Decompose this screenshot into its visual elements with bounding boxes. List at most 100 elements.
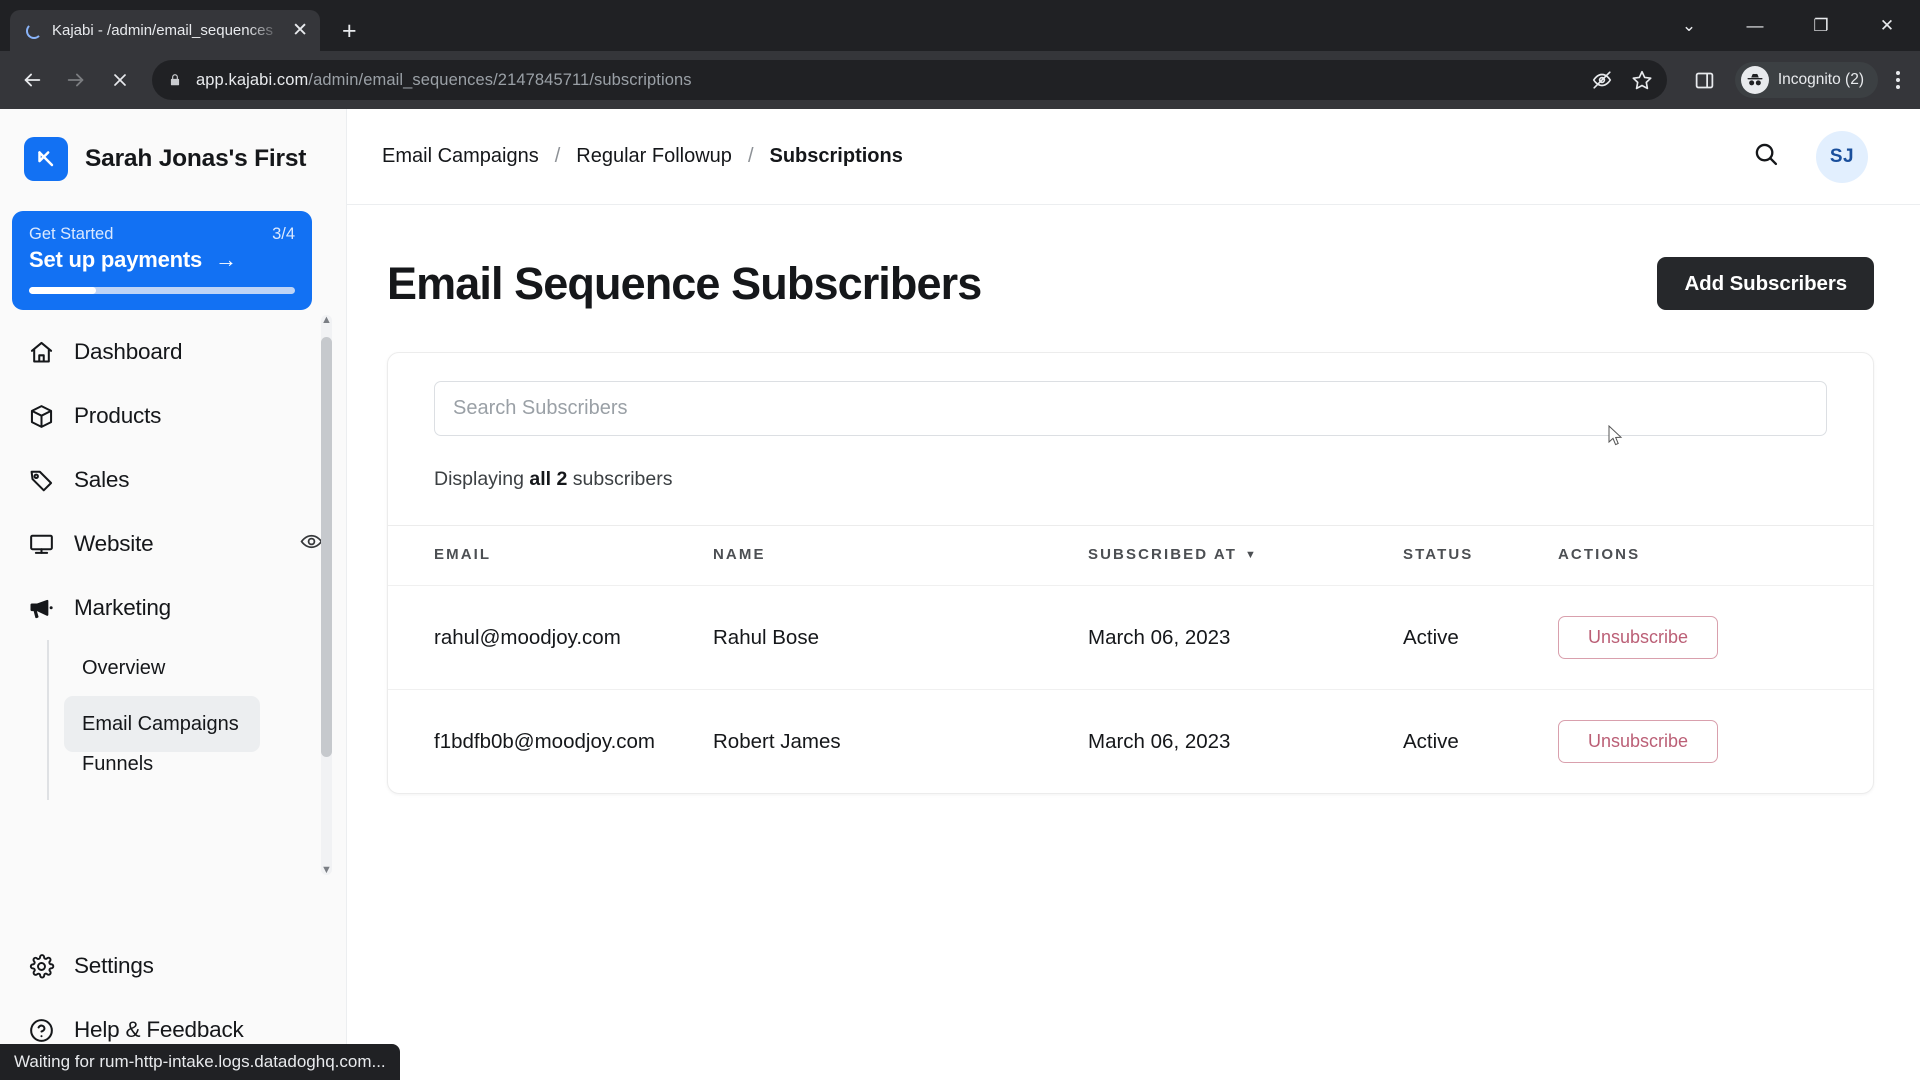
app-sidebar: Sarah Jonas's First Get Started 3/4 Set … [0, 109, 347, 1080]
displaying-emphasis: all 2 [529, 468, 568, 490]
get-started-cta: Set up payments [29, 247, 203, 272]
maximize-button[interactable]: ❐ [1788, 0, 1854, 51]
sidebar-item-label: Dashboard [74, 339, 183, 364]
sidebar-item-label: Sales [74, 467, 130, 492]
displaying-prefix: Displaying [434, 468, 530, 490]
cell-email: f1bdfb0b@moodjoy.com [388, 689, 713, 793]
page-header: Email Sequence Subscribers Add Subscribe… [387, 257, 1874, 310]
brand-name: Sarah Jonas's First [85, 145, 307, 172]
column-header-status[interactable]: STATUS [1403, 525, 1558, 586]
page-title: Email Sequence Subscribers [387, 257, 982, 309]
sidebar-subitem-overview[interactable]: Overview [64, 640, 260, 696]
back-icon[interactable] [12, 60, 52, 100]
column-header-subscribed-at-label: SUBSCRIBED AT [1088, 546, 1237, 563]
megaphone-icon [26, 593, 56, 623]
window-close-button[interactable]: ✕ [1854, 0, 1920, 51]
side-panel-icon[interactable] [1685, 60, 1725, 100]
browser-tabstrip: Kajabi - /admin/email_sequences ✕ + ⌄ — … [0, 0, 1920, 51]
cell-email: rahul@moodjoy.com [388, 585, 713, 690]
sidebar-item-marketing[interactable]: Marketing [0, 576, 346, 640]
table-row[interactable]: f1bdfb0b@moodjoy.com Robert James March … [388, 689, 1873, 793]
sidebar-item-settings[interactable]: Settings [0, 934, 346, 998]
new-tab-button[interactable]: + [342, 19, 357, 44]
breadcrumb-item-regular-followup[interactable]: Regular Followup [576, 145, 732, 168]
close-icon[interactable]: ✕ [292, 21, 308, 40]
minimize-button[interactable]: — [1722, 0, 1788, 51]
scrollbar-thumb[interactable] [321, 337, 332, 757]
forward-icon[interactable] [56, 60, 96, 100]
breadcrumb-separator: / [747, 145, 754, 167]
question-circle-icon [26, 1015, 56, 1045]
sidebar-scrollbar[interactable]: ▲ ▼ [321, 313, 332, 877]
cell-name: Rahul Bose [713, 585, 1088, 690]
subscribers-card: Displaying all 2 subscribers EMAIL NAME … [387, 352, 1874, 794]
home-icon [26, 337, 56, 367]
eye-slash-icon[interactable] [1591, 69, 1613, 91]
cell-status: Active [1403, 585, 1558, 690]
breadcrumb-item-email-campaigns[interactable]: Email Campaigns [382, 145, 539, 168]
sidebar-item-products[interactable]: Products [0, 384, 346, 448]
tab-title: Kajabi - /admin/email_sequences [52, 22, 273, 39]
sidebar-subitem-label: Funnels [82, 752, 154, 775]
sidebar-subitem-label: Email Campaigns [82, 712, 239, 735]
table-header-row: EMAIL NAME SUBSCRIBED AT ▼ STATUS ACTIONS [388, 525, 1873, 586]
card-top-section: Displaying all 2 subscribers [388, 353, 1873, 525]
url-text: app.kajabi.com/admin/email_sequences/214… [196, 71, 692, 90]
profile-label: Incognito (2) [1777, 71, 1864, 88]
sidebar-item-sales[interactable]: Sales [0, 448, 346, 512]
url-path: /admin/email_sequences/2147845711/subscr… [308, 70, 692, 89]
sidebar-item-dashboard[interactable]: Dashboard [0, 320, 346, 384]
unsubscribe-button[interactable]: Unsubscribe [1558, 616, 1718, 659]
search-icon[interactable] [1752, 140, 1780, 173]
scroll-down-arrow-icon[interactable]: ▼ [321, 863, 332, 877]
sidebar-item-label: Marketing [74, 595, 171, 620]
displaying-count: Displaying all 2 subscribers [434, 468, 1827, 491]
get-started-progress-text: 3/4 [272, 225, 295, 243]
sidebar-subitem-label: Overview [82, 656, 166, 679]
browser-tab[interactable]: Kajabi - /admin/email_sequences ✕ [10, 10, 320, 51]
browser-window: Kajabi - /admin/email_sequences ✕ + ⌄ — … [0, 0, 1920, 1080]
sidebar-subitem-funnels[interactable]: Funnels [64, 752, 260, 776]
table-head: EMAIL NAME SUBSCRIBED AT ▼ STATUS ACTIONS [388, 525, 1873, 586]
brand-header[interactable]: Sarah Jonas's First [0, 109, 346, 203]
column-header-name[interactable]: NAME [713, 525, 1088, 586]
breadcrumb-separator: / [554, 145, 561, 167]
table-row[interactable]: rahul@moodjoy.com Rahul Bose March 06, 2… [388, 585, 1873, 690]
avatar[interactable]: SJ [1816, 130, 1868, 183]
get-started-progress-fill [29, 287, 96, 294]
three-dot-menu-icon[interactable] [1888, 63, 1908, 97]
get-started-card[interactable]: Get Started 3/4 Set up payments → [12, 211, 312, 310]
scroll-up-arrow-icon[interactable]: ▲ [321, 313, 332, 327]
cell-status: Active [1403, 689, 1558, 793]
sidebar-item-website[interactable]: Website [0, 512, 346, 576]
column-header-actions: ACTIONS [1558, 525, 1873, 586]
monitor-icon [26, 529, 56, 559]
main-content: Email Campaigns / Regular Followup / Sub… [347, 109, 1920, 1080]
column-header-subscribed-at[interactable]: SUBSCRIBED AT ▼ [1088, 525, 1403, 586]
kajabi-logo-icon [24, 137, 68, 181]
sidebar-item-label: Help & Feedback [74, 1017, 244, 1042]
arrow-right-icon: → [215, 247, 237, 272]
unsubscribe-button[interactable]: Unsubscribe [1558, 720, 1718, 763]
incognito-hat-icon [1740, 66, 1769, 94]
address-bar[interactable]: app.kajabi.com/admin/email_sequences/214… [152, 60, 1667, 100]
url-domain: app.kajabi.com [196, 70, 309, 89]
column-header-email[interactable]: EMAIL [388, 525, 713, 586]
gear-icon [26, 951, 56, 981]
tab-search-caret-icon[interactable]: ⌄ [1656, 0, 1722, 51]
toolbar-right: Incognito (2) [1679, 60, 1908, 100]
marketing-subnav: Overview Email Campaigns Funnels [0, 640, 346, 800]
profile-incognito-chip[interactable]: Incognito (2) [1734, 62, 1878, 98]
star-icon[interactable] [1631, 69, 1653, 91]
sidebar-item-label: Website [74, 531, 154, 556]
cell-subscribed-at: March 06, 2023 [1088, 585, 1403, 690]
add-subscribers-button[interactable]: Add Subscribers [1657, 257, 1874, 310]
omnibox-icons [1591, 69, 1653, 91]
sidebar-scroll-area: Get Started 3/4 Set up payments → Dashbo… [0, 203, 346, 934]
search-subscribers-input[interactable] [434, 381, 1827, 436]
breadcrumb-item-subscriptions: Subscriptions [769, 145, 903, 167]
window-controls: ⌄ — ❐ ✕ [1656, 0, 1920, 51]
stop-loading-icon[interactable] [100, 60, 140, 100]
cell-actions: Unsubscribe [1558, 585, 1873, 690]
sidebar-subitem-email-campaigns[interactable]: Email Campaigns [64, 696, 260, 752]
